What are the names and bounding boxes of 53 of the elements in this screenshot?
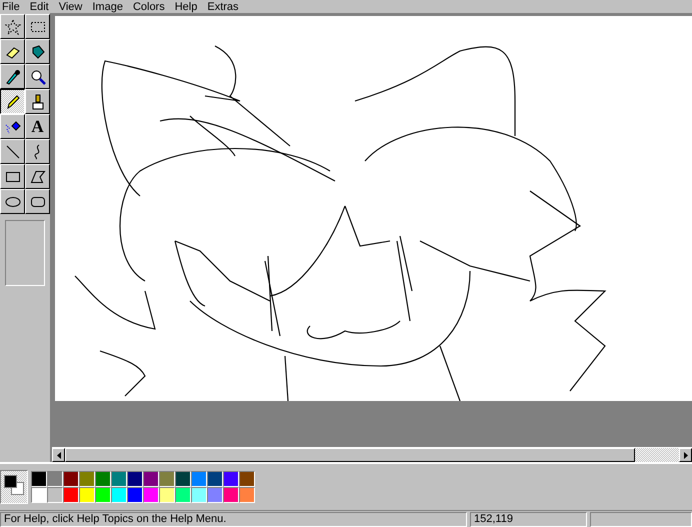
color-swatch[interactable]: [127, 487, 143, 503]
tool-button[interactable]: [0, 89, 25, 114]
color-swatch[interactable]: [223, 487, 239, 503]
color-swatch[interactable]: [207, 487, 223, 503]
star-outline-icon: [4, 18, 20, 34]
color-swatch[interactable]: [95, 487, 111, 503]
tool-button[interactable]: A: [25, 114, 50, 139]
foreground-color-swatch[interactable]: [4, 475, 17, 488]
left-arrow-icon: [56, 452, 60, 458]
color-swatch[interactable]: [191, 471, 207, 487]
menu-item[interactable]: Extras: [207, 0, 239, 12]
color-swatch[interactable]: [191, 487, 207, 503]
brush-icon: [30, 94, 46, 110]
color-swatch[interactable]: [143, 471, 159, 487]
right-arrow-icon: [684, 452, 688, 458]
color-swatch[interactable]: [63, 471, 79, 487]
menu-item[interactable]: Image: [92, 0, 123, 12]
tool-options-panel: [5, 220, 45, 286]
color-swatch[interactable]: [63, 487, 79, 503]
color-swatch[interactable]: [159, 487, 175, 503]
magnifier-icon: [30, 68, 46, 84]
color-swatch[interactable]: [31, 471, 47, 487]
line-icon: [4, 144, 20, 160]
color-swatch[interactable]: [175, 471, 191, 487]
color-swatch[interactable]: [111, 487, 127, 503]
color-swatch[interactable]: [95, 471, 111, 487]
color-swatch[interactable]: [143, 487, 159, 503]
menu-item[interactable]: File: [2, 0, 20, 12]
scrollbar-thumb[interactable]: [65, 448, 635, 462]
scroll-right-button[interactable]: [679, 448, 692, 462]
color-swatch[interactable]: [159, 471, 175, 487]
color-swatch[interactable]: [111, 471, 127, 487]
color-swatch[interactable]: [47, 487, 63, 503]
color-swatch[interactable]: [175, 487, 191, 503]
menu-item[interactable]: Colors: [132, 0, 165, 12]
cursor-coordinates: 152,119: [470, 512, 587, 527]
color-swatch[interactable]: [47, 471, 63, 487]
polygon-icon: [30, 168, 46, 184]
status-help-text: For Help, click Help Topics on the Help Menu.: [0, 512, 467, 527]
color-swatch[interactable]: [79, 471, 95, 487]
menu-item[interactable]: Help: [174, 0, 198, 12]
color-swatch[interactable]: [223, 471, 239, 487]
menu-item[interactable]: View: [58, 0, 82, 12]
color-swatch[interactable]: [239, 471, 255, 487]
color-swatch[interactable]: [239, 487, 255, 503]
pencil-icon: [4, 94, 20, 110]
scroll-left-button[interactable]: [52, 448, 65, 462]
color-swatch[interactable]: [79, 487, 95, 503]
menu-item[interactable]: Edit: [30, 0, 49, 12]
color-swatch[interactable]: [31, 487, 47, 503]
color-swatch[interactable]: [207, 471, 223, 487]
eyedropper-icon: [4, 68, 20, 84]
color-swatch[interactable]: [127, 471, 143, 487]
